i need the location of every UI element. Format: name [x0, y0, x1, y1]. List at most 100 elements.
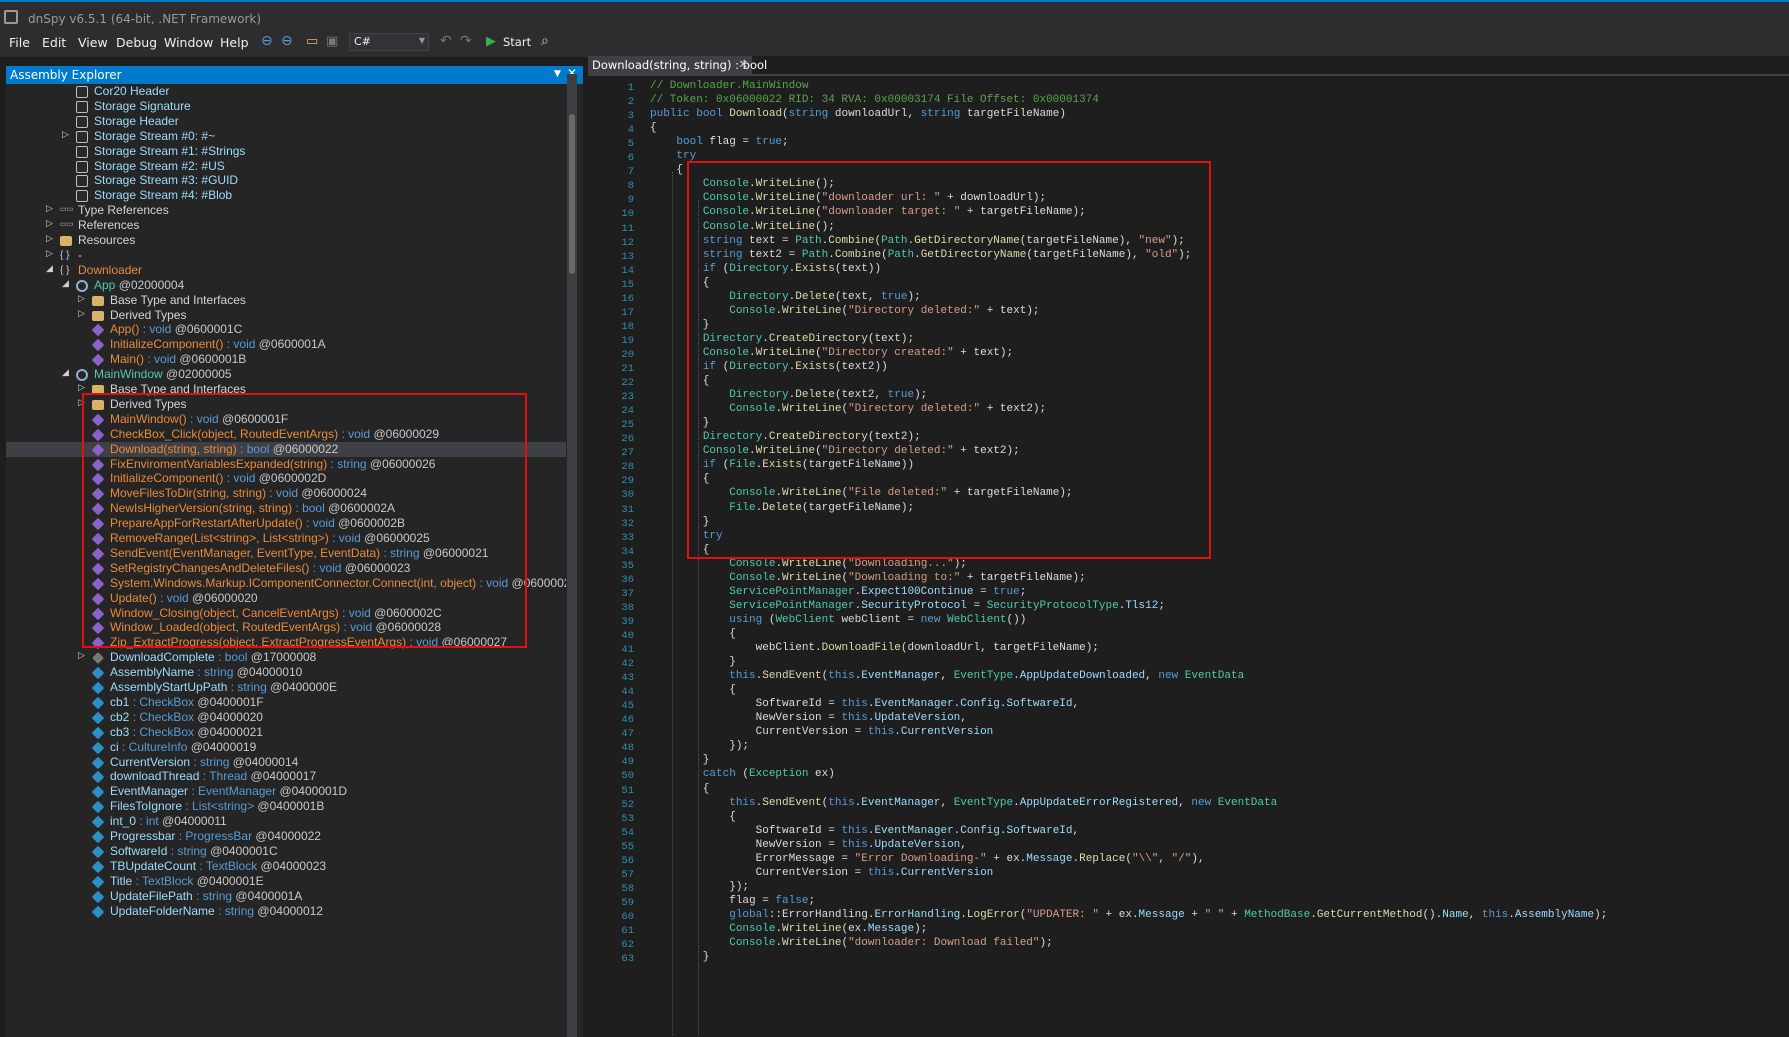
forward-icon[interactable]: ⊖: [281, 33, 293, 49]
tree-row[interactable]: FilesToIgnore : List<string> @0400001B: [6, 799, 566, 814]
tree-row[interactable]: ◢ { } Downloader: [6, 263, 566, 278]
expand-icon[interactable]: ▷: [78, 650, 88, 661]
folder-icon: [92, 295, 104, 306]
field-icon: [91, 845, 105, 859]
line-number: 36: [621, 573, 634, 586]
tab-download[interactable]: Download(string, string) : bool ✕: [588, 56, 767, 74]
tree-row-type: : bool: [214, 650, 248, 665]
tree-row-name: int_0: [110, 814, 137, 829]
tree-row-label: cb3 : CheckBox @04000021: [110, 725, 263, 739]
tree-row[interactable]: Cor20 Header: [6, 84, 566, 99]
collapse-icon[interactable]: ◢: [62, 367, 72, 378]
language-select[interactable]: C# ▼: [349, 33, 429, 51]
tree-row[interactable]: ▷ ▭▭ References: [6, 218, 566, 233]
tree-row[interactable]: ◢ App @02000004: [6, 278, 566, 293]
tree-row[interactable]: CurrentVersion : string @04000014: [6, 755, 566, 770]
tree-row[interactable]: UpdateFolderName : string @04000012: [6, 904, 566, 919]
tab-close-icon[interactable]: ✕: [738, 57, 748, 71]
tree-row[interactable]: downloadThread : Thread @04000017: [6, 769, 566, 784]
scrollbar-thumb[interactable]: [569, 114, 575, 274]
tree-scrollbar[interactable]: [567, 74, 577, 1037]
save-icon[interactable]: ▣: [326, 34, 338, 49]
tree-row[interactable]: Storage Stream #4: #Blob: [6, 188, 566, 203]
field-icon: [91, 771, 105, 784]
tree-row[interactable]: ▷ Derived Types: [6, 308, 566, 323]
tree-row[interactable]: ▷ Base Type and Interfaces: [6, 293, 566, 308]
start-button[interactable]: Start: [503, 35, 531, 49]
expand-icon[interactable]: ▷: [46, 233, 56, 244]
tree-row[interactable]: Storage Stream #3: #GUID: [6, 173, 566, 188]
tree-row[interactable]: Storage Header: [6, 114, 566, 129]
tree-row[interactable]: TBUpdateCount : TextBlock @04000023: [6, 859, 566, 874]
start-play-icon[interactable]: ▶: [486, 34, 496, 49]
tree-row[interactable]: AssemblyName : string @04000010: [6, 665, 566, 680]
line-number: 32: [621, 517, 634, 530]
expand-icon[interactable]: ▷: [46, 218, 56, 229]
panel-dropdown-icon[interactable]: ▼: [554, 69, 561, 79]
expand-icon[interactable]: ▷: [78, 382, 88, 393]
tree-row-type: : TextBlock: [132, 873, 194, 888]
tree-row[interactable]: cb1 : CheckBox @0400001F: [6, 695, 566, 710]
tree-row[interactable]: cb2 : CheckBox @04000020: [6, 710, 566, 725]
line-number: 52: [621, 798, 634, 811]
collapse-icon[interactable]: ◢: [62, 278, 72, 289]
menu-help[interactable]: Help: [220, 35, 249, 50]
menu-edit[interactable]: Edit: [42, 35, 66, 50]
menu-file[interactable]: File: [9, 35, 30, 50]
expand-icon[interactable]: ▷: [46, 203, 56, 214]
tree-row-name: Derived Types: [110, 307, 187, 322]
tree-row-label: UpdateFilePath : string @0400001A: [110, 889, 302, 903]
tree-row[interactable]: ci : CultureInfo @04000019: [6, 740, 566, 755]
tree-row-name: Storage Header: [94, 113, 179, 128]
tree-row[interactable]: InitializeComponent() : void @0600001A: [6, 337, 566, 352]
tree-row[interactable]: ▷ Resources: [6, 233, 566, 248]
tree-row[interactable]: Progressbar : ProgressBar @04000022: [6, 829, 566, 844]
tree-row[interactable]: int_0 : int @04000011: [6, 814, 566, 829]
expand-icon[interactable]: ▷: [78, 308, 88, 319]
tree-row[interactable]: AssemblyStartUpPath : string @0400000E: [6, 680, 566, 695]
tree-row[interactable]: ▷ DownloadComplete : bool @17000008: [6, 650, 566, 665]
back-icon[interactable]: ⊖: [261, 33, 273, 49]
tree-row[interactable]: ▷ ▭▭ Type References: [6, 203, 566, 218]
tree-row[interactable]: App() : void @0600001C: [6, 322, 566, 337]
collapse-icon[interactable]: ◢: [46, 263, 56, 274]
line-number: 16: [621, 292, 634, 305]
tree-row-name: FilesToIgnore: [110, 799, 183, 814]
open-icon[interactable]: ▭: [306, 34, 318, 49]
tree-row[interactable]: ▷ { } -: [6, 248, 566, 263]
line-number: 54: [621, 826, 634, 839]
tree-row[interactable]: Storage Stream #1: #Strings: [6, 144, 566, 159]
tree-row[interactable]: SoftwareId : string @0400001C: [6, 844, 566, 859]
tree-row[interactable]: Main() : void @0600001B: [6, 352, 566, 367]
tree-row[interactable]: cb3 : CheckBox @04000021: [6, 725, 566, 740]
tree-row-name: Type References: [78, 203, 169, 218]
menu-window[interactable]: Window: [164, 35, 213, 50]
tree-row-name: TBUpdateCount: [110, 858, 197, 873]
tree-row[interactable]: UpdateFilePath : string @0400001A: [6, 889, 566, 904]
tree-row[interactable]: Storage Signature: [6, 99, 566, 114]
search-icon[interactable]: ⌕: [541, 33, 549, 49]
code-line: global::ErrorHandling.ErrorHandling.LogE…: [729, 908, 1608, 921]
line-number: 40: [621, 629, 634, 642]
tree-row[interactable]: Title : TextBlock @0400001E: [6, 874, 566, 889]
expand-icon[interactable]: ▷: [46, 248, 56, 259]
expand-icon[interactable]: ▷: [62, 129, 72, 140]
menu-debug[interactable]: Debug: [116, 35, 157, 50]
field-icon: [91, 800, 105, 814]
tree-row-token: @0400001D: [276, 784, 348, 799]
field-icon: [91, 696, 105, 710]
tree-row-token: @0600001C: [171, 322, 243, 337]
tree-row[interactable]: ▷ Storage Stream #0: #~: [6, 129, 566, 144]
undo-icon[interactable]: ↶: [440, 33, 452, 49]
tree-row-token: @0600001A: [255, 337, 326, 352]
tree-row-type: : CheckBox: [129, 709, 195, 724]
tree-row[interactable]: EventManager : EventManager @0400001D: [6, 784, 566, 799]
redo-icon[interactable]: ↷: [460, 33, 472, 49]
menu-view[interactable]: View: [78, 35, 108, 50]
expand-icon[interactable]: ▷: [78, 293, 88, 304]
tree-row-label: Type References: [78, 203, 169, 217]
tree-row[interactable]: Storage Stream #2: #US: [6, 159, 566, 174]
code-line: catch (Exception ex): [702, 768, 835, 781]
tree-row[interactable]: ◢ MainWindow @02000005: [6, 367, 566, 382]
line-number: 22: [621, 377, 634, 390]
